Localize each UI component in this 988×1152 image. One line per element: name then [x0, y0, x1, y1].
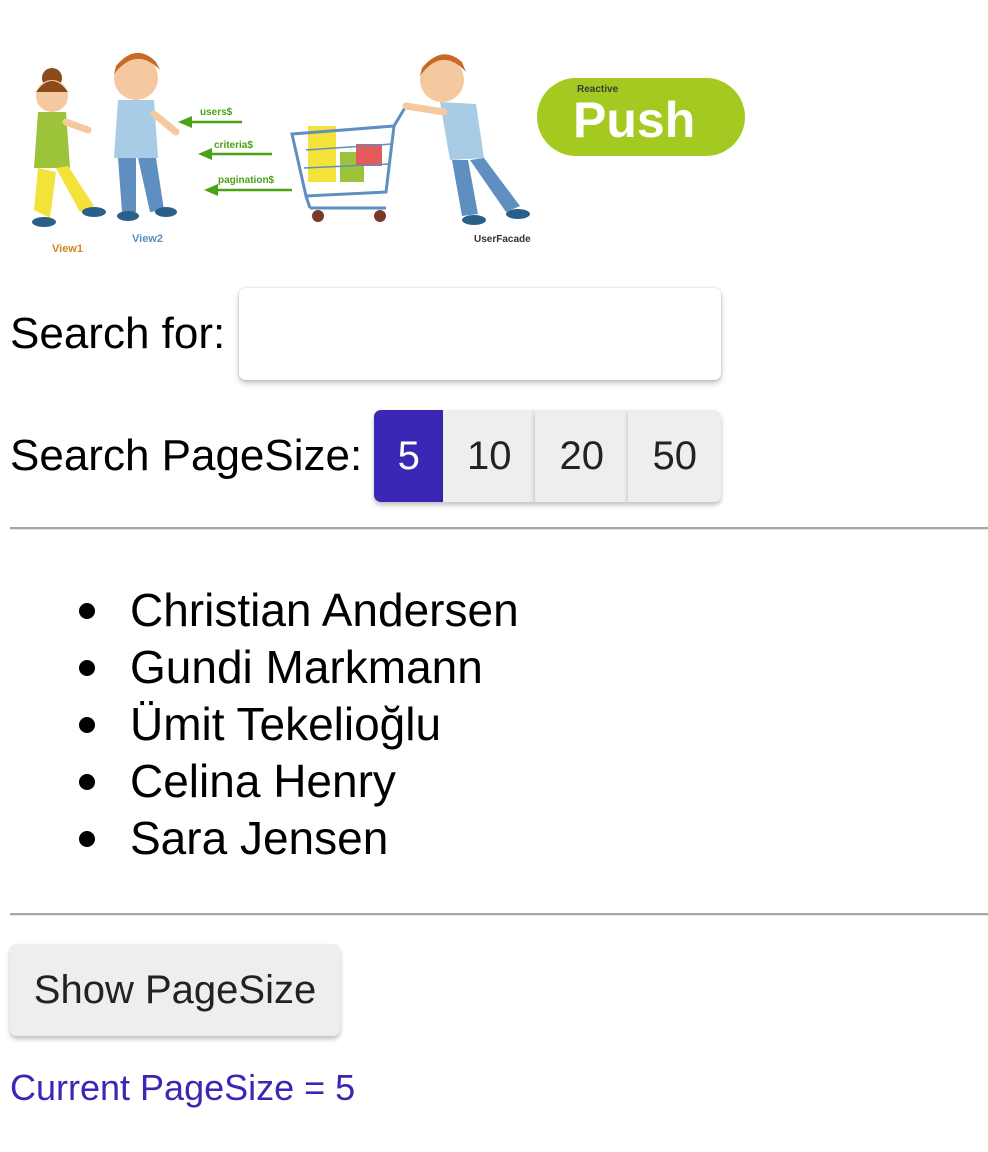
search-label: Search for:	[10, 309, 226, 358]
page: View1 View2 users$ criteria$ pagination$…	[0, 0, 988, 1152]
pagesize-option-10[interactable]: 10	[443, 410, 536, 502]
users-stream-label: users$	[200, 107, 233, 118]
pagination-stream-label: pagination$	[218, 175, 275, 186]
view2-character-illustration	[114, 52, 180, 221]
show-pagesize-button[interactable]: Show PageSize	[10, 944, 340, 1036]
view1-label: View1	[52, 243, 83, 255]
view1-character-illustration	[32, 68, 106, 227]
divider-bottom	[10, 913, 988, 916]
search-row: Search for:	[10, 288, 722, 380]
logo-big-text: Push	[573, 92, 695, 148]
userfacade-character-illustration	[402, 54, 530, 225]
list-item: Celina Henry	[0, 753, 519, 810]
pagesize-option-50[interactable]: 50	[628, 410, 722, 502]
current-pagesize-text: Current PageSize = 5	[10, 1067, 356, 1108]
list-item: Gundi Markmann	[0, 639, 519, 696]
banner-illustration: View1 View2 users$ criteria$ pagination$…	[32, 52, 745, 255]
pagesize-button-group: 5 10 20 50	[374, 410, 722, 502]
userfacade-label: UserFacade	[474, 234, 531, 245]
pagesize-option-5[interactable]: 5	[374, 410, 444, 502]
list-item: Ümit Tekelioğlu	[0, 696, 519, 753]
search-input[interactable]	[239, 288, 722, 380]
list-item: Sara Jensen	[0, 810, 519, 867]
pagesize-label: Search PageSize:	[10, 431, 363, 480]
pagesize-row: Search PageSize: 5 10 20 50	[10, 410, 722, 502]
header-banner: View1 View2 users$ criteria$ pagination$…	[10, 40, 750, 265]
user-list: Christian Andersen Gundi Markmann Ümit T…	[0, 582, 519, 867]
pagesize-option-20[interactable]: 20	[535, 410, 629, 502]
view2-label: View2	[132, 233, 163, 245]
divider-top	[10, 527, 988, 530]
criteria-stream-label: criteria$	[214, 140, 253, 151]
list-item: Christian Andersen	[0, 582, 519, 639]
shopping-cart-illustration	[290, 105, 408, 222]
